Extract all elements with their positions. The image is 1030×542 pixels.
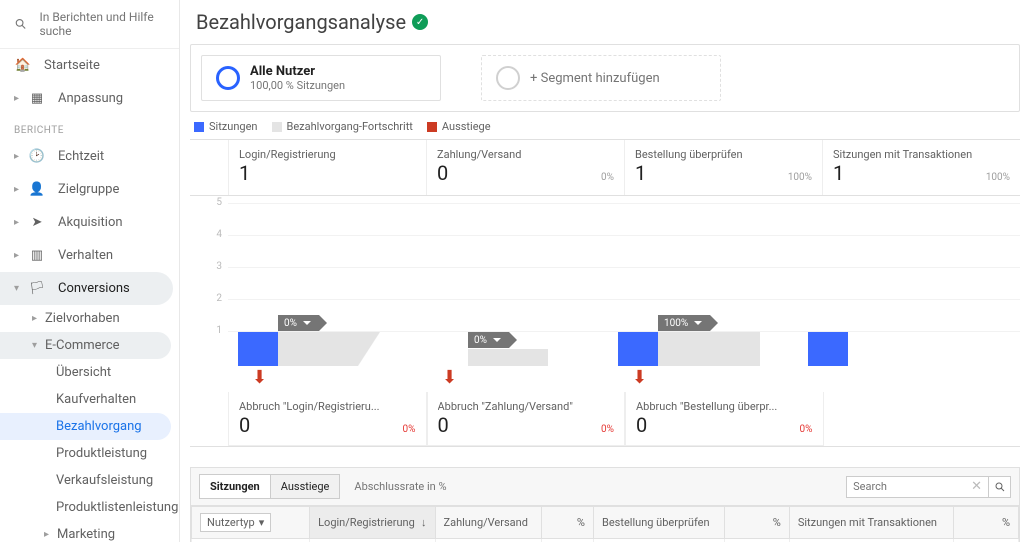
home-icon: 🏠	[14, 58, 32, 73]
dashboard-icon: ▦	[28, 91, 46, 106]
th-pct[interactable]: %	[954, 507, 1019, 539]
abandon-1: Abbruch "Login/Registrieru...00%	[228, 392, 427, 446]
nav-ecommerce[interactable]: ▾E-Commerce	[0, 332, 171, 359]
flag-icon: 🏳	[28, 281, 46, 296]
nav-ec-checkout[interactable]: Bezahlvorgang	[0, 413, 171, 440]
behavior-icon: ▥	[28, 248, 46, 263]
segment-panel: Alle Nutzer 100,00 % Sitzungen + Segment…	[190, 44, 1020, 112]
page-title: Bezahlvorgangsanalyse	[196, 10, 406, 34]
nav-behavior[interactable]: ▸▥Verhalten	[0, 239, 179, 272]
chevron-down-icon	[694, 321, 702, 325]
nav-ec-overview[interactable]: Übersicht	[0, 359, 179, 386]
y-axis: 1 2 3 4 5	[190, 196, 228, 366]
legend-swatch	[427, 122, 437, 132]
progress-tag[interactable]: 0%	[278, 315, 319, 331]
th-usertype[interactable]: Nutzertyp▾	[192, 507, 310, 539]
segment-ring-icon	[216, 66, 240, 90]
legend-swatch	[272, 122, 282, 132]
funnel-header-2: Zahlung/Versand00%	[426, 140, 624, 195]
sidebar: In Berichten und Hilfe suche 🏠Startseite…	[0, 0, 180, 542]
verified-icon: ✓	[412, 14, 428, 30]
progress-tag[interactable]: 100%	[658, 315, 710, 331]
search-row[interactable]: In Berichten und Hilfe suche	[0, 0, 179, 49]
chart-legend: Sitzungen Bezahlvorgang-Fortschritt Auss…	[194, 120, 1020, 133]
th-login[interactable]: Login/Registrierung ↓	[310, 507, 435, 539]
search-input[interactable]	[847, 480, 967, 493]
progress-tag[interactable]: 0%	[468, 332, 509, 348]
funnel-bar-4	[808, 332, 848, 366]
nav-ec-marketing[interactable]: ▸Marketing	[0, 521, 179, 542]
main-content: Bezahlvorgangsanalyse ✓ Alle Nutzer 100,…	[180, 0, 1030, 542]
segment-add[interactable]: + Segment hinzufügen	[481, 55, 721, 101]
nav-audience[interactable]: ▸👤Zielgruppe	[0, 173, 179, 206]
chevron-right-icon: ▸	[32, 313, 42, 324]
funnel-header-3: Bestellung überprüfen1100%	[624, 140, 822, 195]
chevron-right-icon: ▸	[14, 184, 24, 195]
nav-section-reports: BERICHTE	[0, 115, 179, 140]
table-search: ✕	[846, 476, 1011, 498]
nav-ec-shopping[interactable]: Kaufverhalten	[0, 386, 179, 413]
th-payment[interactable]: Zahlung/Versand	[435, 507, 542, 539]
segment-subtitle: 100,00 % Sitzungen	[250, 79, 345, 92]
nav-ec-listperf[interactable]: Produktlistenleistung	[0, 494, 179, 521]
nav-realtime[interactable]: ▸🕑Echtzeit	[0, 140, 179, 173]
nav-acquisition[interactable]: ▸➤Akquisition	[0, 206, 179, 239]
funnel-header-1: Login/Registrierung1	[228, 140, 426, 195]
tab-sessions[interactable]: Sitzungen	[199, 474, 271, 499]
arrow-down-icon: ⬇	[632, 367, 647, 388]
funnel-header-4: Sitzungen mit Transaktionen1100%	[822, 140, 1020, 195]
chevron-down-icon: ▾	[259, 516, 265, 529]
segment-title: Alle Nutzer	[250, 64, 345, 79]
search-placeholder: In Berichten und Hilfe suche	[39, 10, 165, 38]
th-transactions[interactable]: Sitzungen mit Transaktionen	[789, 507, 953, 539]
nav-ec-product[interactable]: Produktleistung	[0, 440, 179, 467]
search-icon	[14, 16, 27, 32]
table-row[interactable]: 1 Returning Visitor 1 00.00 % 1100.00 % …	[192, 539, 1019, 542]
abandon-2: Abbruch "Zahlung/Versand"00%	[427, 392, 626, 446]
legend-swatch	[194, 122, 204, 132]
funnel-chart: Login/Registrierung1 Zahlung/Versand00% …	[190, 139, 1020, 447]
abandon-3: Abbruch "Bestellung überpr...00%	[625, 392, 824, 446]
th-review[interactable]: Bestellung überprüfen	[593, 507, 724, 539]
th-pct[interactable]: %	[725, 507, 790, 539]
plot-area: 0% 0% 100% ⬇ ⬇ ⬇	[228, 196, 1020, 366]
rate-label: Abschlussrate in %	[354, 480, 446, 493]
acquisition-icon: ➤	[28, 215, 46, 230]
chevron-down-icon: ▾	[14, 283, 24, 294]
data-table: Sitzungen Ausstiege Abschlussrate in % ✕…	[190, 467, 1020, 542]
chevron-down-icon	[303, 321, 311, 325]
th-pct[interactable]: %	[542, 507, 594, 539]
arrow-down-icon: ⬇	[252, 367, 267, 388]
nav-ec-sales[interactable]: Verkaufsleistung	[0, 467, 179, 494]
chevron-right-icon: ▸	[14, 151, 24, 162]
funnel-bar-3: 100%	[618, 332, 738, 366]
chevron-down-icon: ▾	[32, 340, 42, 351]
tab-exits[interactable]: Ausstiege	[271, 474, 341, 499]
chevron-right-icon: ▸	[14, 250, 24, 261]
nav-customization[interactable]: ▸▦Anpassung	[0, 82, 179, 115]
search-icon[interactable]	[988, 476, 1010, 498]
segment-all-users[interactable]: Alle Nutzer 100,00 % Sitzungen	[201, 55, 441, 101]
clear-icon[interactable]: ✕	[967, 479, 986, 494]
arrow-down-icon: ⬇	[442, 367, 457, 388]
chevron-down-icon	[493, 338, 501, 342]
nav-conversions[interactable]: ▾🏳Conversions	[0, 272, 173, 305]
segment-ring-icon	[496, 66, 520, 90]
chevron-right-icon: ▸	[14, 93, 24, 104]
chevron-right-icon: ▸	[44, 529, 54, 540]
person-icon: 👤	[28, 182, 46, 197]
nav-home[interactable]: 🏠Startseite	[0, 49, 179, 82]
nav-goals[interactable]: ▸Zielvorhaben	[0, 305, 179, 332]
chevron-right-icon: ▸	[14, 217, 24, 228]
clock-icon: 🕑	[28, 149, 46, 164]
sort-desc-icon: ↓	[421, 516, 427, 529]
funnel-bar-1: 0%	[238, 332, 358, 366]
